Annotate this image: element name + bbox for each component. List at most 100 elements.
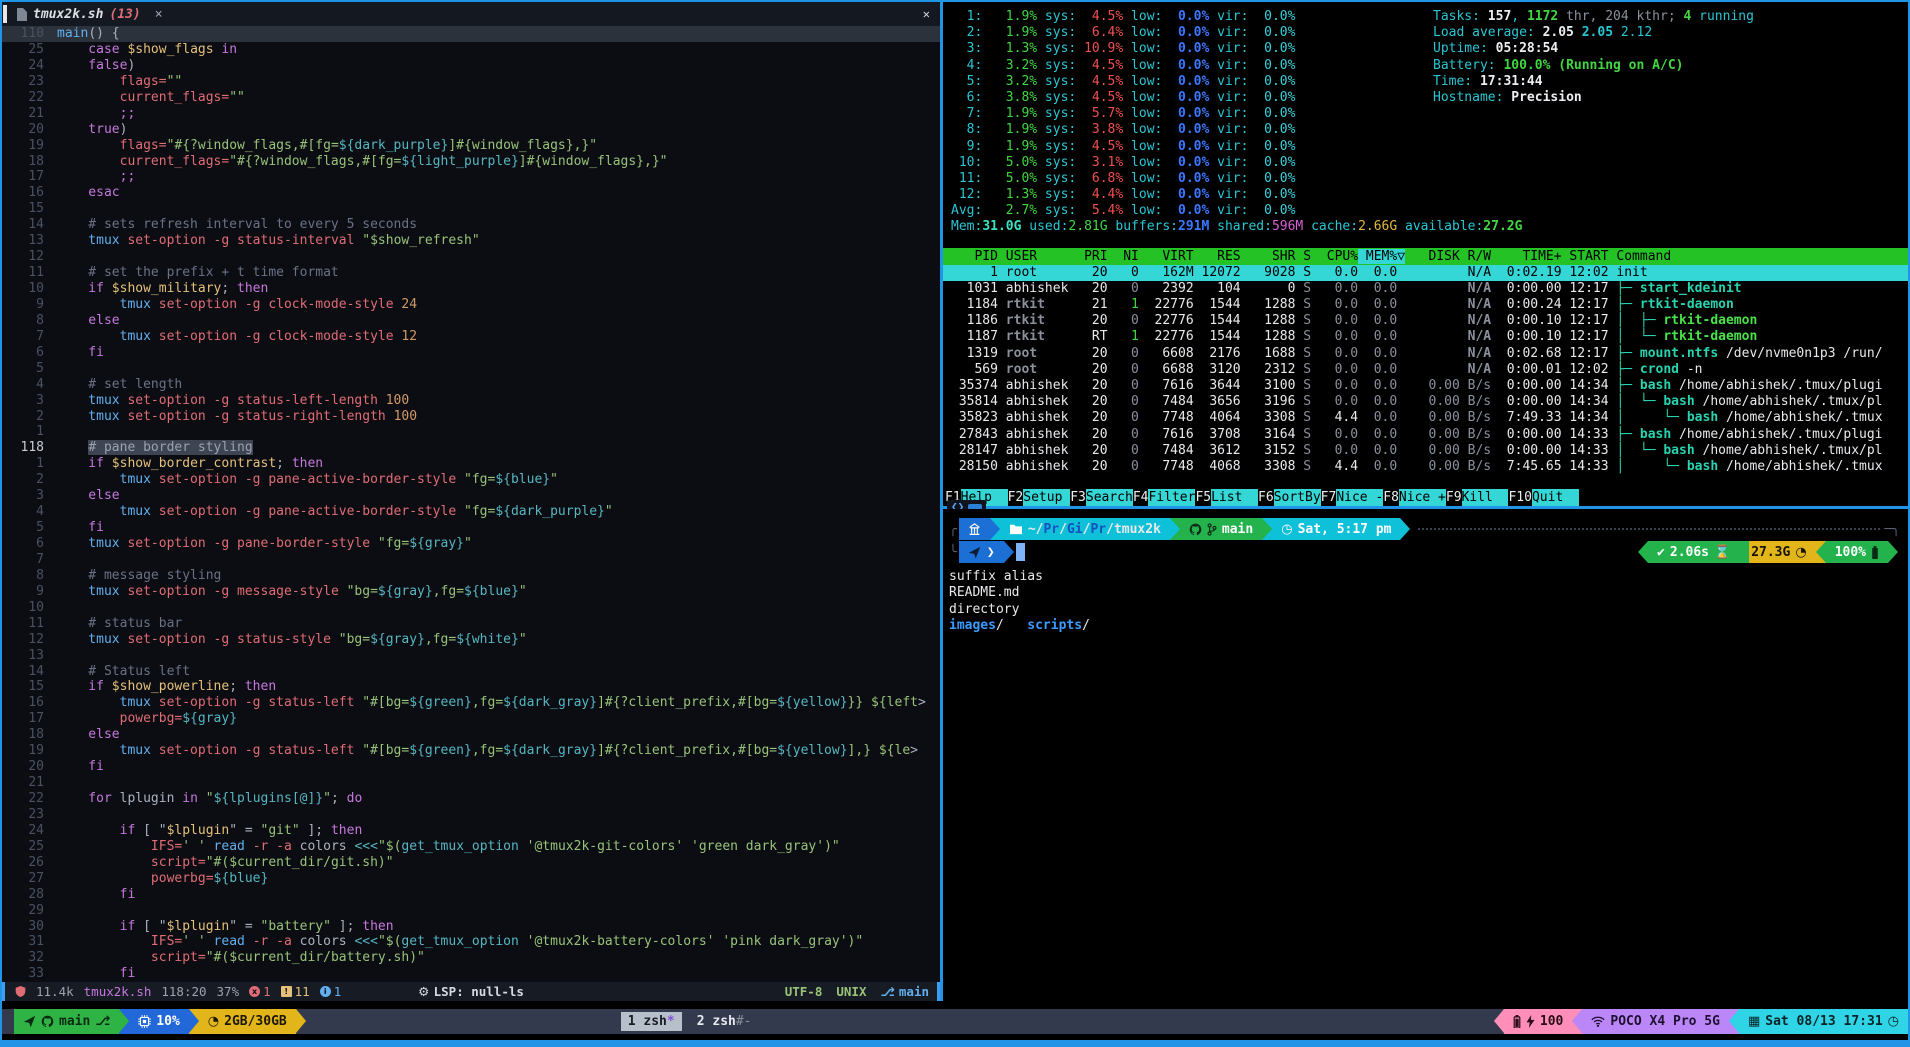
code-line[interactable]: 32 script="#($current_dir/battery.sh)" (2, 950, 940, 966)
code-line[interactable]: 18 current_flags="#{?window_flags,#[fg=$… (2, 154, 940, 170)
code-line[interactable]: 17 ;; (2, 169, 940, 185)
code-line[interactable]: 14 # Status left (2, 664, 940, 680)
code-line[interactable]: 9 tmux set-option -g message-style "bg=$… (2, 584, 940, 600)
process-row[interactable]: 35823 abhishek 20 0 7748 4064 3308 S 4.4… (943, 410, 1908, 426)
code-line[interactable]: 21 ;; (2, 106, 940, 122)
code-line[interactable]: 21 (2, 775, 940, 791)
segment-arrow-left (1494, 1009, 1504, 1034)
code-line[interactable]: 28 fi (2, 887, 940, 903)
code-line[interactable]: 7 (2, 552, 940, 568)
code-line[interactable]: 33 fi (2, 966, 940, 982)
code-line[interactable]: 16 tmux set-option -g status-left "#[bg=… (2, 695, 940, 711)
code-line[interactable]: 25 case $show_flags in (2, 42, 940, 58)
code-line[interactable]: 24 false) (2, 58, 940, 74)
process-row[interactable]: 569 root 20 0 6688 3120 2312 S 0.0 0.0 N… (943, 362, 1908, 378)
code-line[interactable]: 2 tmux set-option -g status-right-length… (2, 409, 940, 425)
process-row[interactable]: 1187 rtkit RT 1 22776 1544 1288 S 0.0 0.… (943, 329, 1908, 345)
code-line[interactable]: 18 else (2, 727, 940, 743)
code-line[interactable]: 6 tmux set-option -g pane-border-style "… (2, 536, 940, 552)
code-line[interactable]: 5 (2, 361, 940, 377)
code-line[interactable]: 15 (2, 201, 940, 217)
code-line[interactable]: 22 current_flags="" (2, 90, 940, 106)
process-row[interactable]: 1 root 20 0 162M 12072 9028 S 0.0 0.0 N/… (943, 265, 1908, 281)
code-line[interactable]: 11 # status bar (2, 616, 940, 632)
code-line[interactable]: 26 script="#($current_dir/git.sh)" (2, 855, 940, 871)
tabline-close-icon[interactable]: ✕ (923, 7, 930, 21)
code-line[interactable]: 19 flags="#{?window_flags,#[fg=${dark_pu… (2, 138, 940, 154)
code-line[interactable]: 16 esac (2, 185, 940, 201)
code-line[interactable]: 23 flags="" (2, 74, 940, 90)
process-table-header[interactable]: PID USER PRI NI VIRT RES SHR S CPU% MEM%… (943, 248, 1908, 265)
code-line[interactable]: 2 tmux set-option -g pane-active-border-… (2, 472, 940, 488)
code-line[interactable]: 19 tmux set-option -g status-left "#[bg=… (2, 743, 940, 759)
context-line[interactable]: 110main() { (2, 26, 940, 42)
terminal-output-line: directory (949, 602, 1902, 618)
code-line[interactable]: 17 powerbg=${gray} (2, 711, 940, 727)
process-row[interactable]: 28147 abhishek 20 0 7484 3612 3152 S 0.0… (943, 443, 1908, 459)
code-line[interactable]: 29 (2, 903, 940, 919)
code-line[interactable]: 13 (2, 648, 940, 664)
code-line[interactable]: 5 fi (2, 520, 940, 536)
code-line[interactable]: 3 else (2, 488, 940, 504)
code-line[interactable]: 27 powerbg=${blue} (2, 871, 940, 887)
code-line[interactable]: 10 if $show_military; then (2, 281, 940, 297)
fkey-f7[interactable]: F7Nice - (1321, 489, 1384, 506)
code-line[interactable]: 8 else (2, 313, 940, 329)
code-line[interactable]: 14 # sets refresh interval to every 5 se… (2, 217, 940, 233)
code-line[interactable]: 23 (2, 807, 940, 823)
code-line[interactable]: 1 (2, 424, 940, 440)
code-line[interactable]: 6 fi (2, 345, 940, 361)
process-row[interactable]: 28150 abhishek 20 0 7748 4068 3308 S 4.4… (943, 459, 1908, 475)
code-line[interactable]: 7 tmux set-option -g clock-mode-style 12 (2, 329, 940, 345)
system-info-row: Battery: 100.0% (Running on A/C) (1433, 58, 1754, 74)
code-line[interactable]: 4 tmux set-option -g pane-active-border-… (2, 504, 940, 520)
cursor-line[interactable]: 118 # pane border styling (2, 440, 940, 456)
code-line[interactable]: 13 tmux set-option -g status-interval "$… (2, 233, 940, 249)
process-row[interactable]: 35814 abhishek 20 0 7484 3656 3196 S 0.0… (943, 394, 1908, 410)
process-row[interactable]: 35374 abhishek 20 0 7616 3644 3100 S 0.0… (943, 378, 1908, 394)
code-line[interactable]: 10 (2, 600, 940, 616)
editor-tab[interactable]: tmux2k.sh (13) × (2, 2, 173, 26)
fkey-f5[interactable]: F5List (1195, 489, 1258, 506)
directory-segment: ~/Pr/Gi/Pr/tmux2k (1000, 518, 1170, 540)
fkey-f6[interactable]: F6SortBy (1258, 489, 1321, 506)
process-row[interactable]: 1186 rtkit 20 0 22776 1544 1288 S 0.0 0.… (943, 313, 1908, 329)
code-line[interactable]: 20 true) (2, 122, 940, 138)
editor-pane[interactable]: tmux2k.sh (13) × ✕ 110main() {25 case $s… (2, 2, 940, 1001)
fkey-f4[interactable]: F4Filter (1133, 489, 1196, 506)
code-line[interactable]: 12 tmux set-option -g status-style "bg=$… (2, 632, 940, 648)
process-row[interactable]: 1184 rtkit 21 1 22776 1544 1288 S 0.0 0.… (943, 297, 1908, 313)
code-line[interactable]: 20 fi (2, 759, 940, 775)
tmux-window-1-zsh[interactable]: 1 zsh* (621, 1012, 682, 1031)
fkey-f8[interactable]: F8Nice + (1383, 489, 1446, 506)
time-segment: ◷ Sat, 5:17 pm (1272, 518, 1400, 540)
tmux-window-2-zsh[interactable]: 2 zsh#- (690, 1012, 759, 1031)
code-line[interactable]: 8 # message styling (2, 568, 940, 584)
current-path: ~/Pr/Gi/Pr/tmux2k (1028, 522, 1161, 537)
system-monitor-pane[interactable]: 1: 1.9% sys: 4.5% low: 0.0% vir: 0.0% 2:… (943, 2, 1908, 506)
code-line[interactable]: 4 # set length (2, 377, 940, 393)
code-line[interactable]: 25 IFS=' ' read -r -a colors <<<"$(get_t… (2, 839, 940, 855)
tab-close-icon[interactable]: × (155, 7, 163, 22)
code-line[interactable]: 31 IFS=' ' read -r -a colors <<<"$(get_t… (2, 934, 940, 950)
code-line[interactable]: 22 for lplugin in "${lplugins[@]}"; do (2, 791, 940, 807)
process-row[interactable]: 27843 abhishek 20 0 7616 3708 3164 S 0.0… (943, 427, 1908, 443)
segment-arrow-left (1816, 541, 1826, 563)
code-line[interactable]: 24 if [ "$lplugin" = "git" ]; then (2, 823, 940, 839)
process-row[interactable]: 1031 abhishek 20 0 2392 104 0 S 0.0 0.0 … (943, 281, 1908, 297)
code-line[interactable]: 12 (2, 249, 940, 265)
code-line[interactable]: 1 if $show_border_contrast; then (2, 456, 940, 472)
code-area[interactable]: 110main() {25 case $show_flags in24 fals… (2, 26, 940, 982)
fkey-f10[interactable]: F10Quit (1508, 489, 1578, 506)
process-row[interactable]: 1319 root 20 0 6608 2176 1688 S 0.0 0.0 … (943, 346, 1908, 362)
fkey-f2[interactable]: F2Setup (1008, 489, 1071, 506)
code-line[interactable]: 9 tmux set-option -g clock-mode-style 24 (2, 297, 940, 313)
cpu-meter-list: 1: 1.9% sys: 4.5% low: 0.0% vir: 0.0% 2:… (943, 9, 1908, 219)
fkey-f3[interactable]: F3Search (1070, 489, 1133, 506)
code-line[interactable]: 3 tmux set-option -g status-left-length … (2, 393, 940, 409)
fkey-f9[interactable]: F9Kill (1446, 489, 1509, 506)
code-line[interactable]: 15 if $show_powerline; then (2, 679, 940, 695)
code-line[interactable]: 30 if [ "$lplugin" = "battery" ]; then (2, 919, 940, 935)
terminal-pane[interactable]: ╭ ~/Pr/Gi/Pr/tmux2k (943, 509, 1908, 1001)
code-line[interactable]: 11 # set the prefix + t time format (2, 265, 940, 281)
